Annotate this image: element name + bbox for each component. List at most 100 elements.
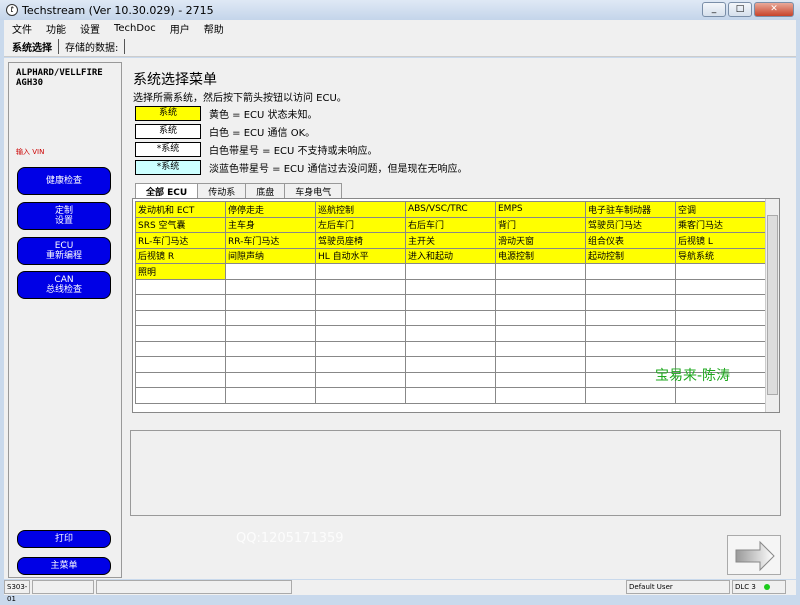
main-menu-button[interactable]: 主菜单 [17, 557, 111, 575]
grid-row: 后视镜 R 间隙声纳 HL 自动水平 进入和起动 电源控制 起动控制 导航系统 [135, 247, 766, 264]
empty-cell [495, 340, 586, 357]
system-cell[interactable]: HL 自动水平 [315, 247, 406, 264]
empty-cell [585, 263, 676, 280]
empty-cell [405, 294, 496, 311]
maximize-button[interactable]: □ [728, 2, 752, 17]
empty-cell [225, 278, 316, 295]
empty-cell [135, 309, 226, 326]
system-cell[interactable]: 进入和起动 [405, 247, 496, 264]
next-arrow-button[interactable] [727, 535, 781, 575]
empty-cell [315, 325, 406, 342]
system-cell[interactable]: 巡航控制 [315, 201, 406, 218]
legend-text: 白色带星号 = ECU 不支持或未响应。 [209, 146, 378, 157]
tab-all-ecu[interactable]: 全部 ECU [135, 183, 199, 199]
empty-cell [135, 278, 226, 295]
grid-row [135, 278, 766, 295]
empty-cell [135, 325, 226, 342]
legend-item: *系统 白色带星号 = ECU 不支持或未响应。 [135, 142, 378, 157]
system-cell[interactable]: 驾驶员座椅 [315, 232, 406, 249]
grid-row [135, 325, 766, 342]
system-grid: 发动机和 ECT 停停走走 巡航控制 ABS/VSC/TRC EMPS 电子驻车制动器 空调… [132, 198, 780, 413]
grid-row [135, 340, 766, 357]
status-cell [32, 580, 94, 594]
empty-cell [225, 387, 316, 404]
menu-settings[interactable]: 设置 [80, 21, 100, 36]
grid-scrollbar[interactable] [765, 199, 779, 412]
empty-cell [495, 325, 586, 342]
system-cell[interactable]: 驾驶员门马达 [585, 216, 676, 233]
stored-data-tab[interactable]: 存储的数据: [65, 39, 126, 54]
system-cell[interactable]: 后视镜 L [675, 232, 766, 249]
health-check-button[interactable]: 健康检查 [17, 167, 111, 195]
tab-chassis[interactable]: 底盘 [245, 183, 286, 199]
system-cell[interactable]: 左后车门 [315, 216, 406, 233]
legend-item: 系统 黄色 = ECU 状态未知。 [135, 106, 318, 121]
empty-cell [135, 294, 226, 311]
system-select-tab[interactable]: 系统选择 [12, 39, 59, 54]
empty-cell [675, 387, 766, 404]
system-cell[interactable]: 后视镜 R [135, 247, 226, 264]
system-cell[interactable]: 停停走走 [225, 201, 316, 218]
minimize-button[interactable]: _ [702, 2, 726, 17]
customize-settings-button[interactable]: 定制 设置 [17, 202, 111, 230]
system-cell[interactable]: ABS/VSC/TRC [405, 201, 496, 218]
legend-swatch: *系统 [135, 142, 201, 157]
legend-swatch: 系统 [135, 106, 201, 121]
system-cell[interactable]: 起动控制 [585, 247, 676, 264]
empty-cell [675, 263, 766, 280]
system-cell[interactable]: 滑动天窗 [495, 232, 586, 249]
system-cell[interactable]: 电子驻车制动器 [585, 201, 676, 218]
system-cell[interactable]: SRS 空气囊 [135, 216, 226, 233]
print-button[interactable]: 打印 [17, 530, 111, 548]
system-cell[interactable]: 组合仪表 [585, 232, 676, 249]
system-cell[interactable]: 背门 [495, 216, 586, 233]
system-cell[interactable]: 主开关 [405, 232, 496, 249]
legend-swatch: *系统 [135, 160, 201, 175]
system-cell[interactable]: RL-车门马达 [135, 232, 226, 249]
system-cell[interactable]: 导航系统 [675, 247, 766, 264]
system-cell[interactable]: 空调 [675, 201, 766, 218]
app-icon: t [6, 4, 18, 16]
empty-cell [405, 278, 496, 295]
system-cell[interactable]: EMPS [495, 201, 586, 218]
status-cell [96, 580, 292, 594]
system-cell[interactable]: RR-车门马达 [225, 232, 316, 249]
can-bus-check-button[interactable]: CAN 总线检查 [17, 271, 111, 299]
instruction-text: 选择所需系统，然后按下箭头按钮以访问 ECU。 [133, 93, 347, 104]
enter-vin-link[interactable]: 输入 VIN [16, 147, 44, 157]
toolbar: 系统选择 存储的数据: [4, 37, 796, 57]
tab-powertrain[interactable]: 传动系 [197, 183, 247, 199]
system-cell[interactable]: 主车身 [225, 216, 316, 233]
empty-cell [405, 325, 496, 342]
system-cell[interactable]: 右后车门 [405, 216, 496, 233]
menu-user[interactable]: 用户 [170, 21, 190, 36]
empty-cell [405, 356, 496, 373]
grid-row: RL-车门马达 RR-车门马达 驾驶员座椅 主开关 滑动天窗 组合仪表 后视镜 L [135, 232, 766, 249]
empty-cell [135, 340, 226, 357]
system-cell[interactable]: 乘客门马达 [675, 216, 766, 233]
close-button[interactable]: ✕ [754, 2, 794, 17]
menu-function[interactable]: 功能 [46, 21, 66, 36]
empty-cell [315, 371, 406, 388]
scroll-thumb[interactable] [767, 215, 778, 395]
system-cell[interactable]: 发动机和 ECT [135, 201, 226, 218]
empty-cell [405, 309, 496, 326]
empty-cell [225, 371, 316, 388]
menu-file[interactable]: 文件 [12, 21, 32, 36]
ecu-reprogram-button[interactable]: ECU 重新编程 [17, 237, 111, 265]
empty-cell [225, 309, 316, 326]
tab-body-electrical[interactable]: 车身电气 [284, 183, 343, 199]
empty-cell [315, 356, 406, 373]
system-cell[interactable]: 电源控制 [495, 247, 586, 264]
empty-cell [315, 340, 406, 357]
system-cell[interactable]: 照明 [135, 263, 226, 280]
menu-techdoc[interactable]: TechDoc [114, 23, 156, 34]
empty-cell [675, 309, 766, 326]
empty-cell [495, 371, 586, 388]
system-cell[interactable]: 间隙声纳 [225, 247, 316, 264]
empty-cell [495, 309, 586, 326]
empty-cell [225, 340, 316, 357]
menu-help[interactable]: 帮助 [204, 21, 224, 36]
grid-row [135, 387, 766, 404]
legend-item: *系统 淡蓝色带星号 = ECU 通信过去没问题，但是现在无响应。 [135, 160, 468, 175]
